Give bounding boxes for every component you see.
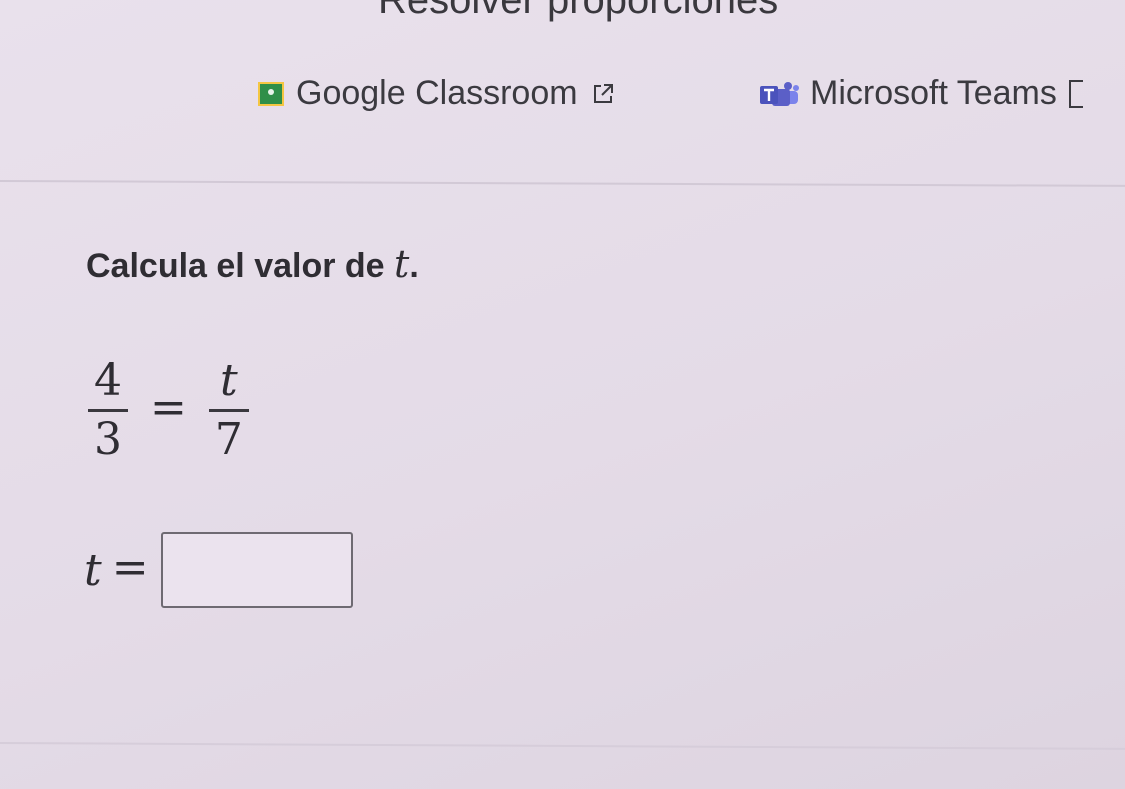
google-classroom-icon — [258, 81, 284, 106]
prompt-text: Calcula el valor de — [86, 247, 395, 285]
lhs-numerator: 4 — [94, 355, 122, 406]
rhs-denominator: 7 — [214, 414, 243, 465]
google-classroom-link[interactable]: Google Classroom — [258, 74, 616, 113]
rhs-fraction-bar — [208, 409, 249, 412]
prompt-period: . — [409, 247, 419, 285]
microsoft-teams-link[interactable]: Microsoft Teams — [758, 74, 1083, 113]
page-title: Resolver proporciones — [378, 0, 779, 22]
rhs-numerator: t — [220, 355, 238, 406]
external-link-icon — [1068, 79, 1083, 108]
proportion-equation: 4 3 = t 7 — [80, 355, 257, 466]
answer-equals-sign: = — [111, 541, 149, 593]
lhs-fraction-bar — [88, 409, 128, 412]
answer-row: t = — [84, 532, 353, 608]
lhs-denominator: 3 — [94, 414, 122, 465]
answer-variable: t — [84, 544, 102, 596]
prompt-variable: t — [394, 242, 410, 286]
microsoft-teams-label: Microsoft Teams — [810, 74, 1057, 112]
problem-prompt: Calcula el valor de t. — [86, 242, 419, 286]
divider-top — [0, 180, 1125, 187]
google-classroom-label: Google Classroom — [296, 74, 578, 112]
external-link-icon — [593, 83, 613, 103]
rhs-fraction: t 7 — [201, 355, 257, 466]
answer-input[interactable] — [160, 532, 353, 608]
lhs-fraction: 4 3 — [80, 355, 136, 466]
equals-sign: = — [150, 382, 187, 433]
share-bar: Google Classroom Microsoft Teams — [0, 72, 1125, 116]
divider-bottom — [0, 742, 1125, 750]
microsoft-teams-icon — [760, 81, 799, 106]
